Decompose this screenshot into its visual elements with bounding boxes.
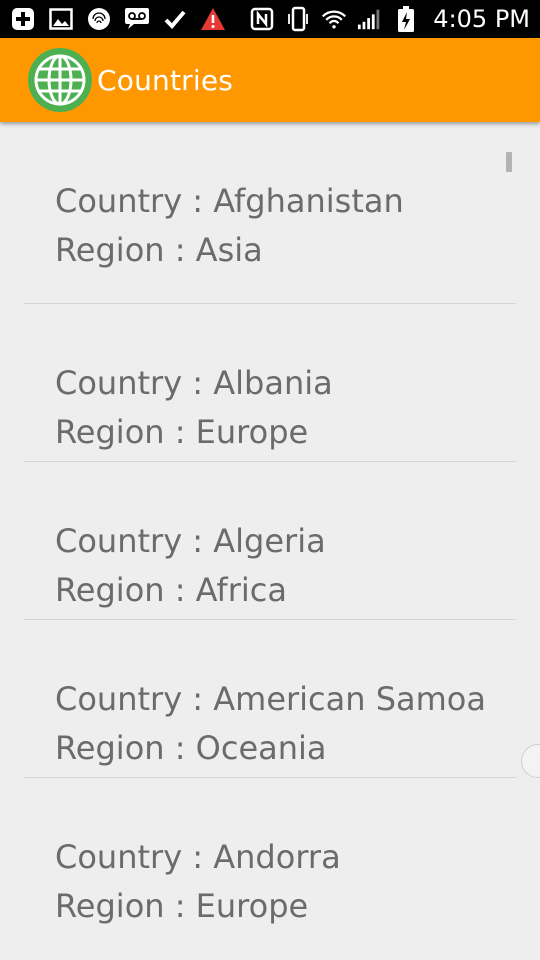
country-text: Country : Andorra <box>55 838 341 876</box>
image-icon <box>48 6 74 32</box>
globe-icon <box>27 47 93 113</box>
app-title: Countries <box>97 63 234 97</box>
region-text: Region : Europe <box>55 887 309 925</box>
list-item[interactable]: Country : Albania Region : Europe <box>24 304 516 462</box>
region-text: Region : Oceania <box>55 729 327 767</box>
region-text: Region : Europe <box>55 413 309 451</box>
signal-icon <box>357 6 383 32</box>
country-list[interactable]: Country : Afghanistan Region : Asia Coun… <box>24 122 516 936</box>
region-text: Region : Asia <box>55 231 263 269</box>
warning-icon <box>200 6 226 32</box>
country-text: Country : Algeria <box>55 522 326 560</box>
vibrate-icon <box>285 6 311 32</box>
notification-icons <box>0 6 226 32</box>
status-bar: 4:05 PM <box>0 0 540 38</box>
voicemail-icon <box>124 6 150 32</box>
list-item[interactable]: Country : Afghanistan Region : Asia <box>24 122 516 304</box>
country-text: Country : Afghanistan <box>55 182 404 220</box>
system-icons: 4:05 PM <box>249 5 540 33</box>
nfc-icon <box>249 6 275 32</box>
fingerprint-icon <box>86 6 112 32</box>
region-text: Region : Africa <box>55 571 287 609</box>
clock: 4:05 PM <box>433 5 530 33</box>
check-icon <box>162 6 188 32</box>
list-item[interactable]: Country : American Samoa Region : Oceani… <box>24 620 516 778</box>
edge-panel-handle[interactable] <box>521 744 540 778</box>
wifi-icon <box>321 6 347 32</box>
list-item[interactable]: Country : Algeria Region : Africa <box>24 462 516 620</box>
list-item[interactable]: Country : Andorra Region : Europe <box>24 778 516 936</box>
battery-charging-icon <box>393 6 419 32</box>
plus-square-icon <box>10 6 36 32</box>
country-text: Country : American Samoa <box>55 680 486 718</box>
scrollbar-thumb[interactable] <box>506 152 512 172</box>
country-text: Country : Albania <box>55 364 333 402</box>
app-bar: Countries <box>0 38 540 122</box>
